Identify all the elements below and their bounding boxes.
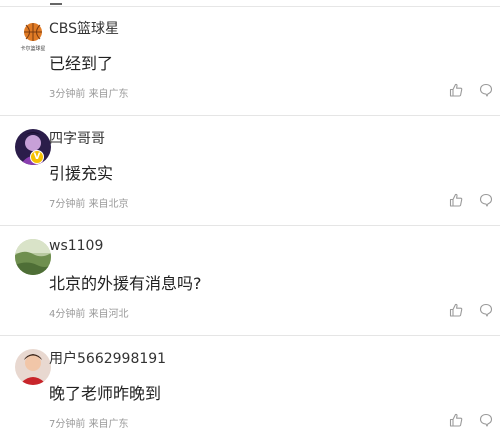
thumbs-up-icon[interactable]: [448, 302, 464, 318]
comment-bubble-icon[interactable]: [478, 412, 494, 428]
comment-text: 晚了老师昨晚到: [49, 384, 162, 403]
comment-bubble-icon[interactable]: [478, 302, 494, 318]
avatar[interactable]: 卡尔篮球星: [15, 19, 51, 55]
comment-actions: [448, 302, 494, 320]
comment-location: 来自河北: [88, 309, 129, 320]
avatar[interactable]: [15, 239, 51, 275]
comment-list: 卡尔篮球星 CBS篮球星 已经到了 3分钟前 来自广东 V 四字哥哥 引援充实 …: [0, 6, 500, 446]
avatar[interactable]: [15, 349, 51, 385]
comment-username[interactable]: 用户5662998191: [49, 348, 166, 368]
green-landscape-image: [15, 239, 51, 275]
comment-location: 来自广东: [88, 419, 129, 430]
comment-meta: 7分钟前 来自北京: [49, 195, 129, 210]
thumbs-up-icon[interactable]: [448, 412, 464, 428]
comment-time: 4分钟前: [49, 309, 86, 320]
comment-meta: 3分钟前 来自广东: [49, 85, 129, 100]
comment-location: 来自北京: [88, 199, 129, 210]
comment-meta: 4分钟前 来自河北: [49, 305, 129, 320]
thumbs-up-icon[interactable]: [448, 192, 464, 208]
comment-bubble-icon[interactable]: [478, 192, 494, 208]
comment-bubble-icon[interactable]: [478, 82, 494, 98]
comment-actions: [448, 192, 494, 210]
thumbs-up-icon[interactable]: [448, 82, 464, 98]
comment-text: 引援充实: [49, 164, 114, 183]
comment-time: 7分钟前: [49, 199, 86, 210]
red-portrait-image: [15, 349, 51, 385]
comment-actions: [448, 82, 494, 100]
comment-time: 7分钟前: [49, 419, 86, 430]
comment-item: V 四字哥哥 引援充实 7分钟前 来自北京: [0, 116, 500, 226]
comment-item: ws1109 北京的外援有消息吗? 4分钟前 来自河北: [0, 226, 500, 336]
comment-text: 北京的外援有消息吗?: [49, 274, 202, 293]
avatar-caption: 卡尔篮球星: [20, 45, 45, 52]
comment-item: 用户5662998191 晚了老师昨晚到 7分钟前 来自广东: [0, 336, 500, 446]
comment-location: 来自广东: [88, 89, 129, 100]
top-tab-indicator: [50, 3, 62, 5]
comment-time: 3分钟前: [49, 89, 86, 100]
comment-text: 已经到了: [49, 54, 114, 73]
comment-username[interactable]: CBS篮球星: [49, 18, 119, 38]
comment-meta: 7分钟前 来自广东: [49, 415, 129, 430]
basketball-logo-icon: 卡尔篮球星: [15, 19, 51, 55]
comment-actions: [448, 412, 494, 430]
comment-username[interactable]: 四字哥哥: [49, 128, 105, 148]
comment-item: 卡尔篮球星 CBS篮球星 已经到了 3分钟前 来自广东: [0, 6, 500, 116]
verified-badge: V: [30, 150, 44, 164]
comment-username[interactable]: ws1109: [49, 238, 103, 254]
